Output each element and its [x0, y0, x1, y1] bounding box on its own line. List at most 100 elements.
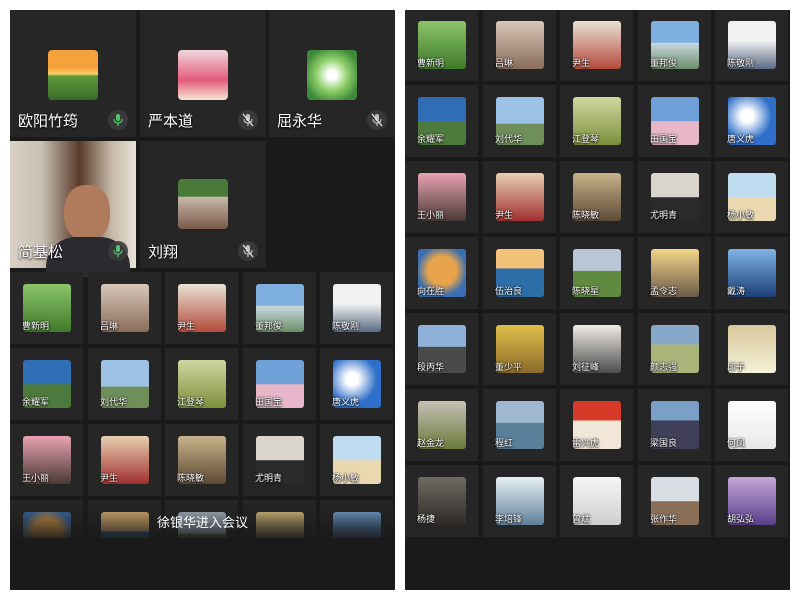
- mic-icon: [108, 110, 128, 130]
- participant-name: 伍治良: [495, 287, 523, 297]
- participant-name: 陈敬刚: [727, 59, 755, 69]
- participant-tile[interactable]: 吕琳: [88, 272, 161, 344]
- participant-tile[interactable]: 尹生: [560, 10, 633, 81]
- participant-tile[interactable]: 王小丽: [405, 161, 478, 233]
- featured-tile[interactable]: 屈永华: [269, 10, 395, 137]
- participant-tile[interactable]: 杨小敏: [320, 424, 393, 496]
- participant-tile[interactable]: 程红: [483, 389, 556, 461]
- participant-tile[interactable]: 杨小敏: [715, 161, 788, 233]
- participant-name: 杨小敏: [727, 211, 755, 221]
- participant-avatar: [307, 50, 357, 100]
- participant-tile[interactable]: 田国宝: [243, 348, 316, 420]
- participant-tile[interactable]: 董少平: [483, 313, 556, 385]
- participant-name: 赵金龙: [417, 439, 445, 449]
- participant-tile[interactable]: 唐义虎: [715, 85, 788, 157]
- participant-name: 唐义虎: [727, 135, 755, 145]
- participant-name: 董少平: [495, 363, 523, 373]
- participant-tile[interactable]: 江登琴: [560, 85, 633, 157]
- participant-name: 梁国良: [650, 439, 678, 449]
- participant-name: 曹新明: [417, 59, 445, 69]
- participant-name: 颜志强: [650, 363, 678, 373]
- participant-name: 戴涛: [727, 287, 746, 297]
- participant-name: 董邦俊: [255, 322, 283, 332]
- participant-name: 李培锋: [495, 515, 523, 525]
- participant-name: 陈敬刚: [332, 322, 360, 332]
- featured-tile[interactable]: 简基松: [10, 141, 136, 277]
- participant-name: 刘代华: [495, 135, 523, 145]
- participant-tile[interactable]: 张作华: [638, 465, 711, 537]
- participant-tile[interactable]: 余耀军: [10, 348, 83, 420]
- participant-tile[interactable]: 伍治良: [483, 237, 556, 309]
- mic-muted-icon: [238, 241, 258, 261]
- participant-tile[interactable]: 董邦俊: [638, 10, 711, 81]
- featured-tile[interactable]: 严本道: [140, 10, 266, 137]
- participant-name: 尹生: [572, 59, 591, 69]
- participant-name: 余耀军: [417, 135, 445, 145]
- participant-name: 陈晓星: [572, 287, 600, 297]
- participant-tile[interactable]: 曹新明: [10, 272, 83, 344]
- participant-name: 尹生: [100, 474, 119, 484]
- participant-tile[interactable]: 尹生: [88, 424, 161, 496]
- participant-tile[interactable]: 戴涛: [715, 237, 788, 309]
- participant-name: 何凤: [727, 439, 746, 449]
- participant-tile[interactable]: 颜志强: [638, 313, 711, 385]
- participant-name: 杨捷: [417, 515, 436, 525]
- participant-name: 刘征峰: [572, 363, 600, 373]
- participant-tile[interactable]: 陈敬刚: [715, 10, 788, 81]
- participant-name: 胡弘弘: [727, 515, 755, 525]
- participant-name: 屈永华: [277, 112, 323, 130]
- participant-name: 余耀军: [22, 398, 50, 408]
- participant-tile[interactable]: 向在胜: [405, 237, 478, 309]
- participant-tile[interactable]: 尹生: [165, 272, 238, 344]
- participant-tile[interactable]: 何凤: [715, 389, 788, 461]
- participant-name: 陈晓敏: [572, 211, 600, 221]
- participant-tile[interactable]: 胡弘弘: [715, 465, 788, 537]
- participant-tile[interactable]: 唐义虎: [320, 348, 393, 420]
- participant-name: 江登琴: [177, 398, 205, 408]
- participant-name: 尤明青: [255, 474, 283, 484]
- participant-avatar: [48, 50, 98, 100]
- participant-tile[interactable]: 段丙华: [405, 313, 478, 385]
- participant-tile[interactable]: 尹生: [483, 161, 556, 233]
- participant-name: 江登琴: [572, 135, 600, 145]
- featured-tile[interactable]: 欧阳竹筠: [10, 10, 136, 137]
- participant-tile[interactable]: 杨捷: [405, 465, 478, 537]
- participant-tile[interactable]: 尤明青: [638, 161, 711, 233]
- participant-name: 尹生: [177, 322, 196, 332]
- video-person: [64, 185, 110, 241]
- mic-muted-icon: [238, 110, 258, 130]
- participant-name: 唐义虎: [332, 398, 360, 408]
- participant-tile[interactable]: 陈晓敏: [560, 161, 633, 233]
- participant-tile[interactable]: 曹新明: [405, 10, 478, 81]
- participant-tile[interactable]: 梁国良: [638, 389, 711, 461]
- participant-name: 严本道: [148, 112, 194, 130]
- participant-tile[interactable]: 王小丽: [10, 424, 83, 496]
- participant-tile[interactable]: 刘代华: [483, 85, 556, 157]
- participant-tile[interactable]: 曾斌: [560, 465, 633, 537]
- participant-name: 吕琳: [495, 59, 514, 69]
- participant-name: 雷兴虎: [572, 439, 600, 449]
- participant-tile[interactable]: 刘征峰: [560, 313, 633, 385]
- participant-name: 程红: [495, 439, 514, 449]
- participant-tile[interactable]: 余耀军: [405, 85, 478, 157]
- featured-tile[interactable]: 刘翔: [140, 141, 266, 268]
- participant-tile[interactable]: 印子: [715, 313, 788, 385]
- participant-tile[interactable]: 田国宝: [638, 85, 711, 157]
- participant-tile[interactable]: 陈晓星: [560, 237, 633, 309]
- participant-name: 曹新明: [22, 322, 50, 332]
- participant-tile[interactable]: 孟令志: [638, 237, 711, 309]
- participant-tile[interactable]: 陈敬刚: [320, 272, 393, 344]
- participant-tile[interactable]: 刘代华: [88, 348, 161, 420]
- participant-tile[interactable]: 江登琴: [165, 348, 238, 420]
- participant-tile[interactable]: 赵金龙: [405, 389, 478, 461]
- participant-tile[interactable]: 李培锋: [483, 465, 556, 537]
- participant-tile[interactable]: 董邦俊: [243, 272, 316, 344]
- participant-tile[interactable]: 雷兴虎: [560, 389, 633, 461]
- participant-name: 印子: [727, 363, 746, 373]
- participant-name: 田国宝: [650, 135, 678, 145]
- participant-name: 孟令志: [650, 287, 678, 297]
- participant-tile[interactable]: 陈晓敏: [165, 424, 238, 496]
- participant-tile[interactable]: 吕琳: [483, 10, 556, 81]
- participant-tile[interactable]: 尤明青: [243, 424, 316, 496]
- participant-name: 张作华: [650, 515, 678, 525]
